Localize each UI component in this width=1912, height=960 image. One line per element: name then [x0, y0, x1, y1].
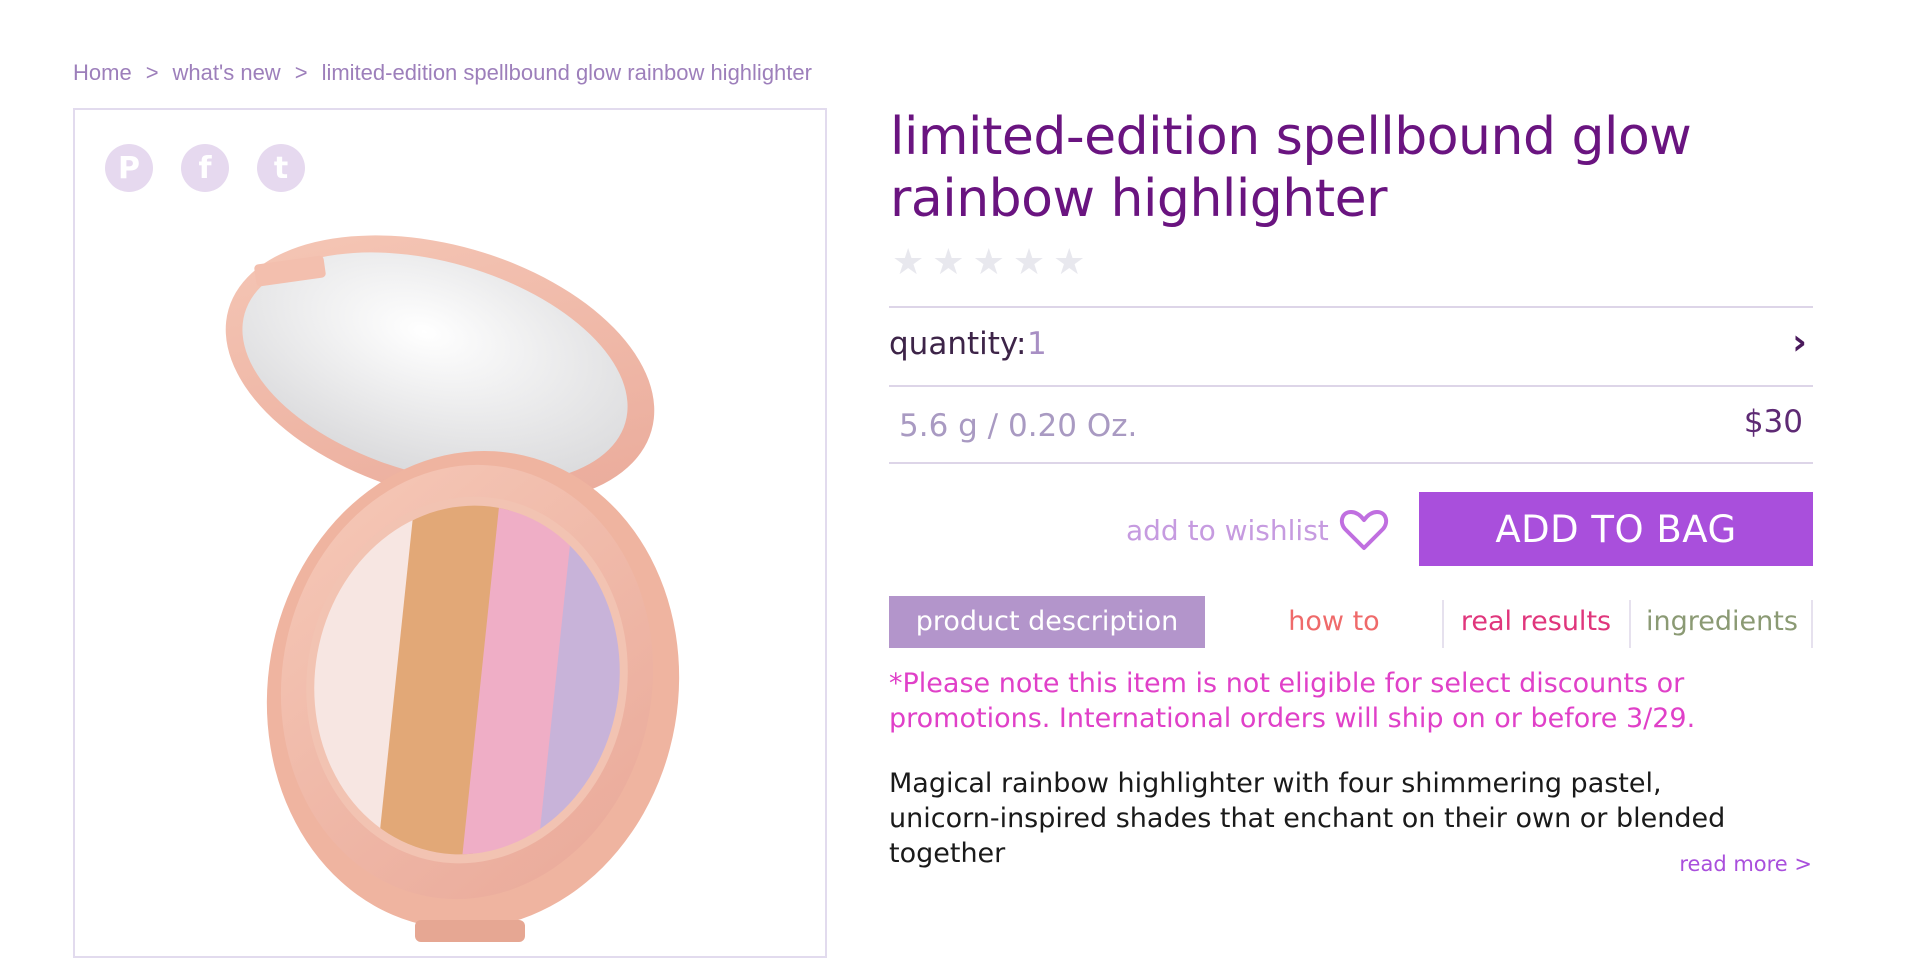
facebook-icon[interactable]: f: [181, 144, 229, 192]
pinterest-icon[interactable]: P: [105, 144, 153, 192]
breadcrumb-separator: >: [145, 60, 159, 85]
tab-divider: [1811, 600, 1813, 648]
divider: [889, 462, 1813, 464]
star-icon: ★: [932, 241, 965, 282]
tab-ingredients[interactable]: ingredients: [1631, 596, 1813, 648]
twitter-icon[interactable]: t: [257, 144, 305, 192]
star-icon: ★: [892, 241, 925, 282]
promo-note: *Please note this item is not eligible f…: [889, 668, 1696, 734]
star-icon: ★: [1053, 241, 1086, 282]
wishlist-label: add to wishlist: [1126, 513, 1329, 547]
product-description: Magical rainbow highlighter with four sh…: [889, 768, 1726, 869]
chevron-right-icon[interactable]: ›: [1792, 322, 1807, 363]
quantity-label: quantity:: [889, 326, 1027, 362]
tab-real-results[interactable]: real results: [1445, 596, 1627, 648]
star-icon: ★: [972, 241, 1005, 282]
breadcrumb-home[interactable]: Home: [73, 60, 132, 85]
breadcrumb-whats-new[interactable]: what's new: [173, 60, 281, 85]
quantity-selector[interactable]: quantity: 1 ›: [889, 308, 1813, 378]
breadcrumb-separator: >: [294, 60, 308, 85]
tab-product-description[interactable]: product description: [889, 596, 1205, 648]
add-to-bag-button[interactable]: ADD TO BAG: [1419, 492, 1813, 566]
size-price-row: 5.6 g / 0.20 Oz. $30: [889, 388, 1813, 462]
tab-divider: [1442, 600, 1444, 648]
star-icon: ★: [1012, 241, 1046, 282]
read-more-link[interactable]: read more >: [1679, 852, 1812, 876]
product-image-panel: P f t: [73, 108, 827, 958]
quantity-value: 1: [1027, 326, 1047, 362]
social-share: P f t: [105, 144, 305, 192]
product-size: 5.6 g / 0.20 Oz.: [899, 408, 1138, 444]
add-to-wishlist-link[interactable]: add to wishlist: [1126, 508, 1389, 552]
breadcrumb: Home > what's new > limited-edition spellbou…: [73, 60, 812, 86]
star-rating[interactable]: ★ ★ ★ ★ ★: [892, 242, 1085, 282]
product-image[interactable]: [195, 220, 715, 960]
product-title: limited-edition spellbound glow rainbow …: [890, 107, 1692, 229]
divider: [889, 385, 1813, 387]
product-price: $30: [1743, 404, 1803, 440]
breadcrumb-current[interactable]: limited-edition spellbound glow rainbow …: [322, 60, 812, 85]
tab-how-to[interactable]: how to: [1209, 596, 1459, 648]
heart-icon: [1339, 510, 1388, 550]
